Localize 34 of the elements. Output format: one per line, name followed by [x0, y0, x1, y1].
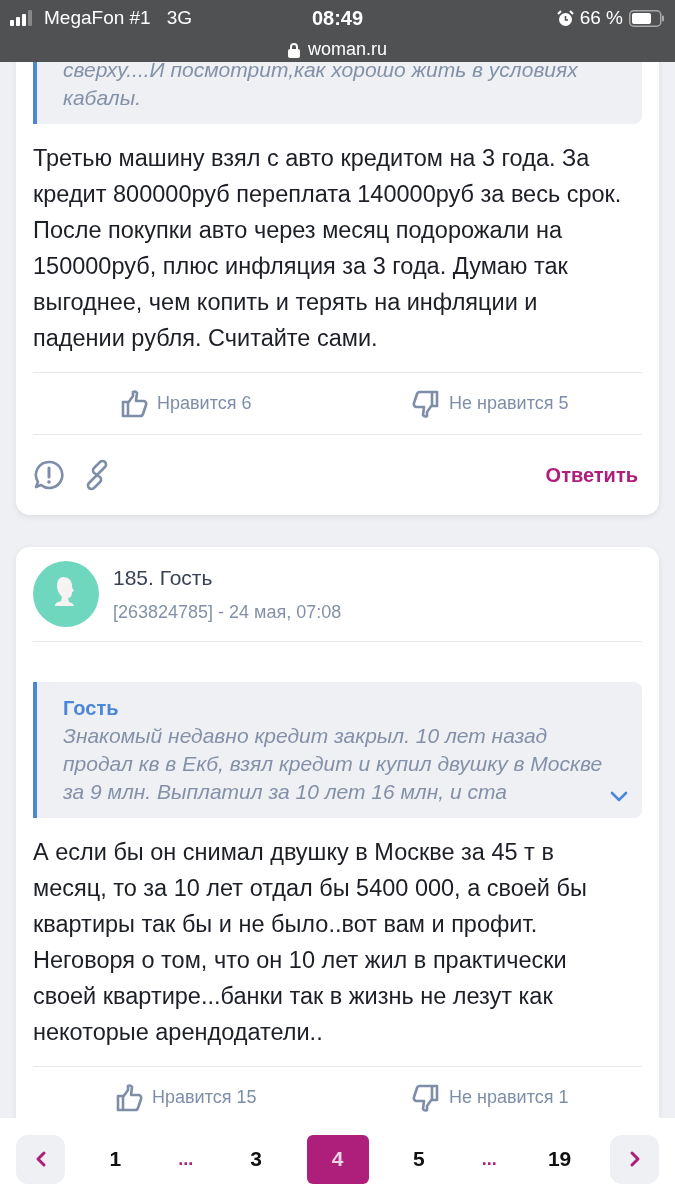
- dislike-button[interactable]: Не нравится 5: [337, 388, 642, 419]
- quote-text: Знакомый недавно кредит закрыл. 10 лет назад продал кв в Екб, взял кредит и купил двушку в Москве за 9 млн. Выплатил за 10 лет 16 млн, и ста: [63, 723, 604, 805]
- network-type: 3G: [166, 5, 193, 30]
- carrier-name: MegaFon #1: [44, 5, 151, 30]
- chevron-left-icon: [34, 1150, 47, 1168]
- battery-icon: [629, 9, 665, 27]
- dislike-button[interactable]: Не нравится 1: [337, 1082, 642, 1113]
- page-ellipsis: ...: [177, 1147, 195, 1171]
- like-button[interactable]: Нравится 15: [33, 1082, 338, 1113]
- page-button[interactable]: 19: [528, 1134, 591, 1184]
- battery-percent: 66 %: [579, 5, 623, 30]
- alarm-icon: [556, 9, 574, 27]
- author-name: 185. Гость: [113, 564, 214, 591]
- thumbs-up-icon: [114, 1082, 144, 1113]
- clock-time: 08:49: [310, 6, 365, 31]
- chevron-right-icon: [628, 1150, 641, 1168]
- like-button[interactable]: Нравится 6: [33, 388, 338, 419]
- quote-author: Гость: [63, 696, 120, 721]
- comment-meta: [263824785] - 24 мая, 07:08: [113, 601, 342, 625]
- next-page-button[interactable]: [610, 1134, 659, 1184]
- page-button[interactable]: 5: [387, 1134, 450, 1184]
- report-icon[interactable]: [33, 459, 65, 491]
- previous-page-button[interactable]: [16, 1134, 65, 1184]
- comment-text: А если бы он снимал двушку в Москве за 45 т в месяц, то за 10 лет отдал бы 5400 000, а своей бы квартиры так бы и не было..вот вам и профит. Неговоря о том, что он 10 лет жил в практически своей квартире...банки так в жизнь не лезут как некоторые арендодатели..: [33, 838, 588, 1047]
- comment-text: Третью машину взял с авто кредитом на 3 года. За кредит 800000руб переплата 140000руб за весь срок. После покупки авто через месяц подорожали на 150000руб, плюс инфляция за 3 года. Думаю так выгоднее, чем копить и терять на инфляции и падении рубля. Считайте сами.: [33, 144, 623, 353]
- page-ellipsis: ...: [480, 1147, 498, 1171]
- expand-chevron-icon[interactable]: [610, 790, 628, 802]
- avatar-icon: [33, 561, 99, 627]
- page-button[interactable]: 3: [225, 1134, 288, 1184]
- reply-button[interactable]: Ответить: [545, 460, 638, 490]
- page-button[interactable]: 1: [84, 1134, 147, 1184]
- lock-icon: [288, 41, 300, 58]
- page-button[interactable]: 4: [306, 1134, 369, 1184]
- thumbs-up-icon: [119, 388, 149, 419]
